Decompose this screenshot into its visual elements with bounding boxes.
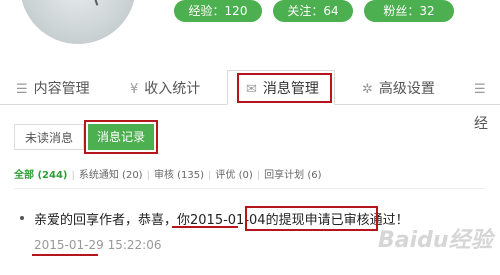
timestamp-date: 2015-01-29 bbox=[34, 238, 104, 252]
yen-icon: ¥ bbox=[130, 82, 139, 97]
message-prefix: 亲爱的回享作者，恭喜，你 bbox=[34, 213, 191, 228]
annotation-box-subtab bbox=[84, 120, 158, 154]
tab-extra[interactable]: ☰经 bbox=[474, 72, 500, 132]
avatar bbox=[20, 0, 136, 44]
list-icon: ☰ bbox=[16, 82, 28, 97]
tab-content-management[interactable]: ☰ 内容管理 bbox=[16, 72, 90, 106]
filter-separator: | bbox=[256, 170, 261, 181]
message-timestamp: 2015-01-29 15:22:06 bbox=[34, 238, 161, 252]
tab-label: 经 bbox=[474, 116, 488, 132]
watermark: Baidu经验 bbox=[378, 228, 493, 253]
filter-separator: | bbox=[146, 170, 150, 181]
filter-separator: | bbox=[71, 170, 75, 181]
subtab-unread[interactable]: 未读消息 bbox=[14, 124, 84, 150]
stat-following[interactable]: 关注：64 bbox=[273, 0, 353, 22]
tab-label: 内容管理 bbox=[33, 81, 90, 97]
divider bbox=[14, 188, 486, 189]
filter-excellence[interactable]: 评优 (0) bbox=[215, 166, 252, 181]
annotation-box-message bbox=[245, 206, 378, 231]
list-icon: ☰ bbox=[474, 82, 486, 97]
tab-income-stats[interactable]: ¥ 收入统计 bbox=[130, 72, 200, 106]
avatar-plant-stem bbox=[87, 0, 99, 6]
filter-share-plan[interactable]: 回享计划 (6) bbox=[264, 166, 321, 181]
tab-advanced-settings[interactable]: ✲ 高级设置 bbox=[362, 72, 435, 106]
annotation-underline-date bbox=[172, 226, 238, 228]
gear-icon: ✲ bbox=[362, 82, 373, 97]
filter-separator: | bbox=[208, 170, 212, 181]
annotation-box-tab bbox=[237, 73, 332, 103]
filter-system-notice[interactable]: 系统通知 (20) bbox=[79, 166, 143, 181]
tab-label: 收入统计 bbox=[144, 81, 201, 97]
stat-fans[interactable]: 粉丝：32 bbox=[364, 0, 454, 22]
timestamp-time: 15:22:06 bbox=[103, 238, 162, 252]
filter-all[interactable]: 全部 (244) bbox=[14, 166, 68, 181]
filter-bar: 全部 (244) | 系统通知 (20) | 审核 (135) | 评优 (0) | 回享计划 … bbox=[14, 166, 321, 181]
annotation-underline-timestamp bbox=[32, 254, 98, 256]
filter-review[interactable]: 审核 (135) bbox=[154, 166, 204, 181]
stat-experience[interactable]: 经验：120 bbox=[174, 0, 262, 22]
message-bullet bbox=[20, 216, 24, 220]
tab-label: 高级设置 bbox=[378, 81, 435, 97]
